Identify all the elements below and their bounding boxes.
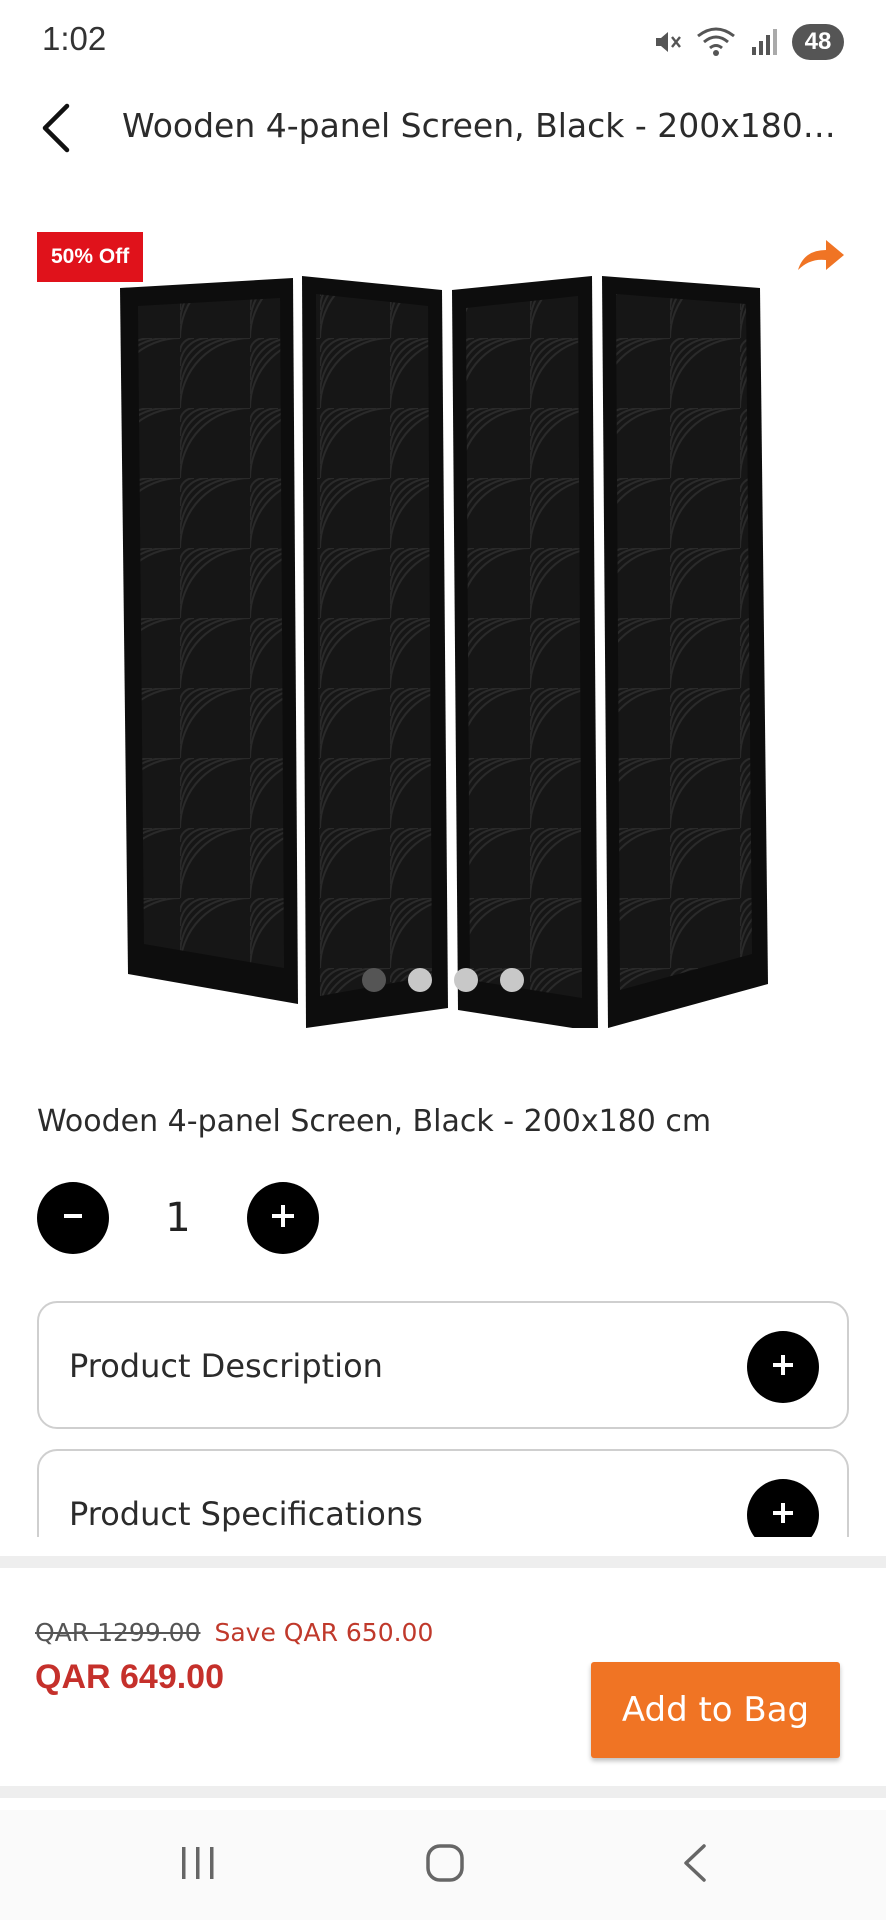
current-price: QAR 649.00 <box>35 1658 224 1696</box>
image-pagination <box>0 968 886 992</box>
signal-icon <box>750 27 778 57</box>
status-icons: 48 <box>652 22 844 62</box>
system-nav-bar <box>0 1810 886 1920</box>
quantity-value: 1 <box>165 1195 191 1241</box>
status-bar: 1:02 48 <box>0 0 886 84</box>
quantity-stepper: 1 <box>37 1182 319 1254</box>
plus-icon <box>769 1499 797 1531</box>
top-app-bar: Wooden 4-panel Screen, Black - 200x180 c… <box>0 84 886 174</box>
product-image <box>110 268 780 1032</box>
pagination-dot-4[interactable] <box>500 968 524 992</box>
plus-icon <box>769 1351 797 1383</box>
accordion-label: Product Description <box>69 1347 383 1385</box>
product-description-accordion[interactable]: Product Description <box>37 1301 849 1429</box>
recent-apps-button[interactable] <box>168 1840 228 1890</box>
product-name: Wooden 4-panel Screen, Black - 200x180 c… <box>37 1104 712 1139</box>
mute-icon <box>652 27 682 57</box>
back-icon <box>680 1843 710 1887</box>
original-price: QAR 1299.00 <box>35 1618 201 1647</box>
pagination-dot-1[interactable] <box>362 968 386 992</box>
accordion-label: Product Specifications <box>69 1495 423 1533</box>
price-bar: QAR 1299.00 Save QAR 650.00 QAR 649.00 A… <box>0 1556 886 1798</box>
back-button[interactable] <box>26 100 86 160</box>
plus-icon <box>269 1202 297 1234</box>
chevron-left-icon <box>39 103 73 157</box>
page-title: Wooden 4-panel Screen, Black - 200x180 c… <box>122 106 842 145</box>
battery-icon: 48 <box>792 24 844 60</box>
share-arrow-icon <box>794 240 846 280</box>
home-icon <box>424 1842 466 1888</box>
product-gallery[interactable]: 50% Off <box>0 220 886 1040</box>
pagination-dot-3[interactable] <box>454 968 478 992</box>
increase-quantity-button[interactable] <box>247 1182 319 1254</box>
minus-icon <box>59 1202 87 1234</box>
savings-text: Save QAR 650.00 <box>214 1618 434 1647</box>
decrease-quantity-button[interactable] <box>37 1182 109 1254</box>
pagination-dot-2[interactable] <box>408 968 432 992</box>
expand-description-button[interactable] <box>747 1331 819 1403</box>
share-button[interactable] <box>794 236 850 280</box>
recent-apps-icon <box>178 1845 218 1885</box>
price-line: QAR 1299.00 Save QAR 650.00 <box>35 1618 433 1647</box>
wifi-icon <box>696 26 736 58</box>
system-back-button[interactable] <box>665 1840 725 1890</box>
home-button[interactable] <box>415 1840 475 1890</box>
status-time: 1:02 <box>42 20 107 57</box>
add-to-bag-button[interactable]: Add to Bag <box>591 1662 840 1758</box>
